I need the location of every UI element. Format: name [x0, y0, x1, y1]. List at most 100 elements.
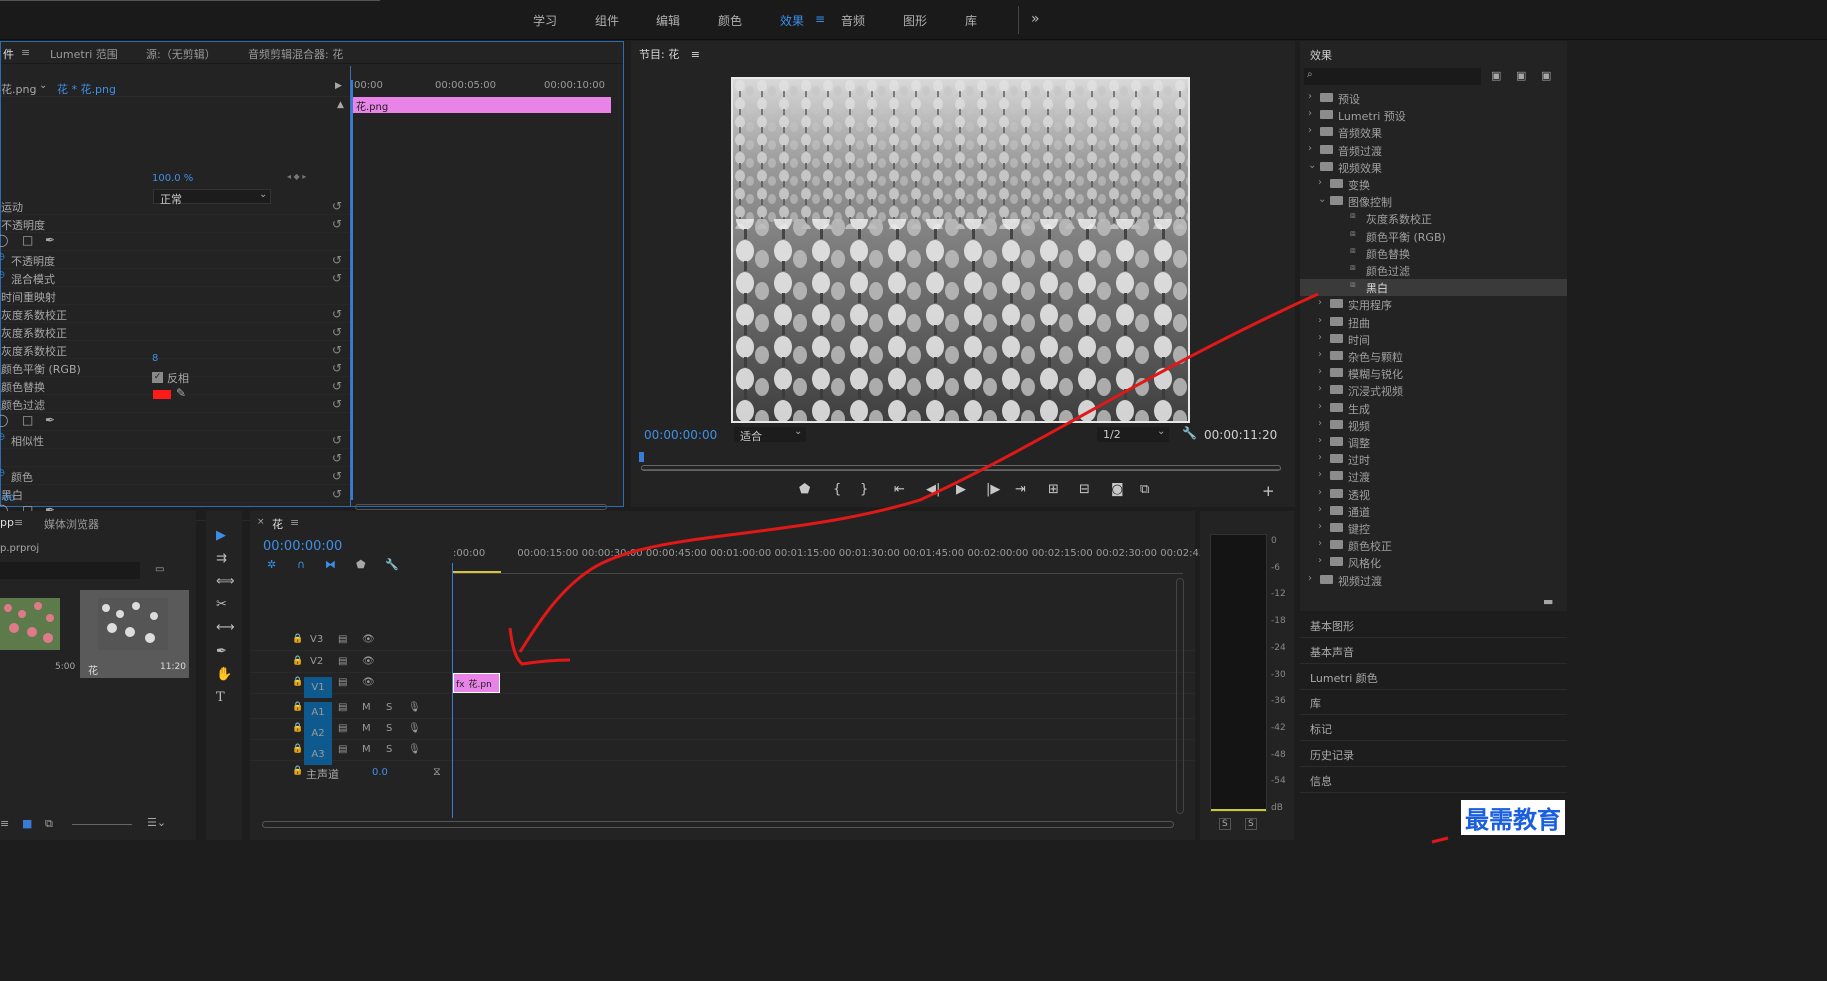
timeline-v-scroll[interactable]: [1176, 578, 1184, 814]
effect-item[interactable]: ⧈ 颜色替换: [1300, 245, 1567, 262]
reset-icon[interactable]: ↺: [332, 199, 342, 213]
zoom-slider[interactable]: [72, 824, 132, 825]
effect-folder[interactable]: › 沉浸式视频: [1300, 382, 1567, 399]
accelerated-filter-icon[interactable]: ▣: [1491, 69, 1501, 82]
effect-folder[interactable]: › 过渡: [1300, 468, 1567, 485]
reset-icon[interactable]: ↺: [332, 343, 342, 357]
mute-button[interactable]: M: [362, 723, 371, 734]
blend-mode-select[interactable]: 正常 ⌄: [153, 189, 271, 206]
extract-icon[interactable]: ⊟: [1079, 482, 1090, 497]
effect-folder[interactable]: › 变换: [1300, 176, 1567, 193]
lift-icon[interactable]: ⊞: [1048, 482, 1059, 497]
snap-icon[interactable]: ∩: [297, 558, 305, 571]
effect-folder[interactable]: › 音频效果: [1300, 124, 1567, 141]
opacity-value[interactable]: 100.0 %: [152, 173, 193, 184]
effect-folder[interactable]: › 视频过渡: [1300, 572, 1567, 589]
workspace-tab-7[interactable]: 库: [965, 12, 977, 29]
workspace-tab-5[interactable]: 音频: [841, 12, 865, 29]
more-workspaces-button[interactable]: »: [1031, 11, 1040, 27]
chevron-right-icon[interactable]: ›: [1318, 401, 1322, 412]
freeform-view-icon[interactable]: ⧉: [45, 817, 53, 831]
razor-icon[interactable]: ✂: [216, 597, 227, 612]
mic-icon[interactable]: 🎙: [408, 702, 421, 713]
collapsed-panel[interactable]: 历史记录: [1300, 741, 1567, 767]
chevron-right-icon[interactable]: ›: [1308, 108, 1312, 119]
chevron-right-icon[interactable]: ›: [1318, 504, 1322, 515]
chevron-down-icon[interactable]: ⌄: [1318, 194, 1326, 205]
panel-menu-icon[interactable]: ≡: [815, 12, 825, 26]
list-view-icon[interactable]: ≡: [0, 817, 9, 830]
workspace-tab-2[interactable]: 编辑: [656, 12, 680, 29]
mask-pen-icon[interactable]: ✒: [45, 233, 55, 247]
reset-icon[interactable]: ↺: [332, 253, 342, 267]
panel-menu-icon[interactable]: ≡: [290, 516, 299, 529]
reset-icon[interactable]: ↺: [332, 307, 342, 321]
chevron-right-icon[interactable]: ›: [1308, 125, 1312, 136]
chevron-right-icon[interactable]: ›: [1318, 332, 1322, 343]
stopwatch-icon[interactable]: ◷: [0, 270, 5, 280]
lock-icon[interactable]: 🔒: [292, 677, 303, 687]
effect-folder[interactable]: › 透视: [1300, 486, 1567, 503]
stopwatch-icon[interactable]: ◷: [0, 252, 5, 262]
chevron-down-icon[interactable]: ⌄: [1308, 160, 1316, 171]
chevron-right-icon[interactable]: ›: [1318, 366, 1322, 377]
reset-icon[interactable]: ↺: [332, 433, 342, 447]
sync-lock-icon[interactable]: ▤: [338, 723, 347, 734]
color-swatch[interactable]: [153, 390, 171, 399]
effect-folder[interactable]: › 实用程序: [1300, 296, 1567, 313]
fit-select[interactable]: 适合 ⌄: [734, 426, 806, 443]
effect-item[interactable]: ⧈ 灰度系数校正: [1300, 210, 1567, 227]
lock-icon[interactable]: 🔒: [292, 656, 303, 666]
track-label[interactable]: V3: [310, 634, 323, 645]
eye-icon[interactable]: 👁: [362, 677, 375, 688]
linked-icon[interactable]: ⧓: [325, 558, 336, 571]
tab-lumetri-scopes[interactable]: Lumetri 范围: [50, 46, 118, 62]
effect-folder[interactable]: › 预设: [1300, 90, 1567, 107]
program-zoom-bar[interactable]: [641, 465, 1281, 471]
mark-in-icon[interactable]: {: [833, 482, 841, 497]
chevron-right-icon[interactable]: ›: [1318, 349, 1322, 360]
wrench-icon[interactable]: 🔧: [1182, 426, 1197, 440]
add-button-icon[interactable]: +: [1262, 482, 1275, 500]
yuv-filter-icon[interactable]: ▣: [1541, 69, 1551, 82]
play-only-icon[interactable]: ▶: [335, 81, 342, 91]
project-search-input[interactable]: [0, 562, 140, 579]
chevron-right-icon[interactable]: ›: [1308, 143, 1312, 154]
effect-folder[interactable]: › 音频过渡: [1300, 142, 1567, 159]
project-thumb-selected[interactable]: 花 11:20: [80, 590, 189, 678]
collapsed-panel[interactable]: Lumetri 颜色: [1300, 664, 1567, 690]
compare-icon[interactable]: ⧉: [1140, 482, 1149, 497]
chevron-right-icon[interactable]: ›: [1318, 383, 1322, 394]
effect-folder[interactable]: › 颜色校正: [1300, 537, 1567, 554]
track-select-icon[interactable]: ⇉: [216, 551, 227, 566]
lock-icon[interactable]: 🔒: [292, 634, 303, 644]
eyedropper-icon[interactable]: ✎: [176, 386, 186, 400]
lock-icon[interactable]: 🔒: [292, 702, 303, 712]
tab-source[interactable]: 源:（无剪辑）: [146, 46, 216, 62]
effect-item[interactable]: ⧈ 颜色平衡 (RGB): [1300, 228, 1567, 245]
panel-menu-icon[interactable]: ≡: [21, 46, 30, 59]
reset-icon[interactable]: ↺: [332, 487, 342, 501]
chevron-right-icon[interactable]: ›: [1318, 177, 1322, 188]
effect-folder[interactable]: › Lumetri 预设: [1300, 107, 1567, 124]
chevron-right-icon[interactable]: ›: [1318, 435, 1322, 446]
chevron-right-icon[interactable]: ›: [1318, 469, 1322, 480]
chevron-right-icon[interactable]: ›: [1318, 521, 1322, 532]
timeline-h-scroll[interactable]: [262, 821, 1174, 828]
type-icon[interactable]: T: [216, 690, 225, 705]
reset-icon[interactable]: ↺: [332, 361, 342, 375]
tab-audio-clip-mixer[interactable]: 音频剪辑混合器: 花: [248, 46, 343, 62]
sort-icon[interactable]: ☰⌄: [147, 816, 166, 829]
reset-icon[interactable]: ↺: [332, 271, 342, 285]
icon-view-icon[interactable]: ■: [22, 817, 32, 830]
invert-checkbox[interactable]: ✓: [152, 372, 163, 383]
pen-icon[interactable]: ✒: [216, 644, 227, 659]
sync-lock-icon[interactable]: ▤: [338, 702, 347, 713]
effect-folder[interactable]: ⌄ 图像控制: [1300, 193, 1567, 210]
reset-icon[interactable]: ↺: [332, 217, 342, 231]
workspace-tab-0[interactable]: 学习: [533, 12, 557, 29]
selection-tool-icon[interactable]: ▶: [216, 528, 226, 543]
effect-folder[interactable]: ⌄ 视频效果: [1300, 159, 1567, 176]
workspace-tab-4[interactable]: 效果: [780, 12, 804, 29]
reset-icon[interactable]: ↺: [332, 379, 342, 393]
